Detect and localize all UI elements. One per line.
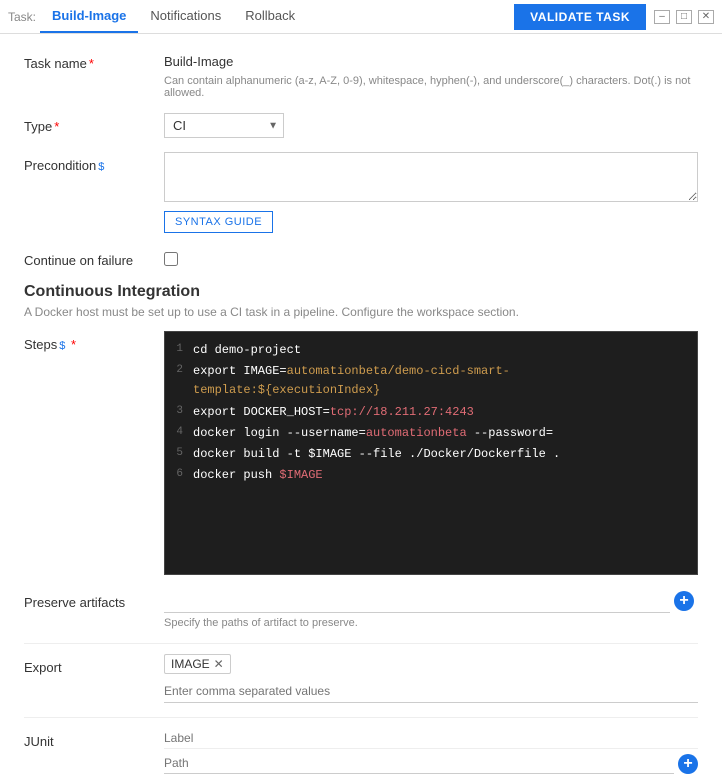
tab-rollback[interactable]: Rollback	[233, 0, 307, 33]
junit-content: +	[164, 728, 698, 774]
export-tag-label: IMAGE	[171, 657, 210, 671]
code-line-2: 2 export IMAGE=automationbeta/demo-cicd-…	[165, 361, 697, 401]
line-content-6: docker push $IMAGE	[193, 466, 697, 485]
line-content-1: cd demo-project	[193, 341, 697, 360]
export-label: Export	[24, 654, 164, 675]
export-tag-remove-icon[interactable]: ✕	[214, 657, 224, 671]
continue-on-failure-content	[164, 247, 698, 269]
tab-notifications[interactable]: Notifications	[138, 0, 233, 33]
syntax-guide-button[interactable]: SYNTAX GUIDE	[164, 211, 273, 233]
section-desc: A Docker host must be set up to use a CI…	[24, 305, 698, 319]
continue-on-failure-row: Continue on failure	[24, 247, 698, 269]
junit-row: JUnit +	[24, 728, 698, 782]
continue-on-failure-checkbox[interactable]	[164, 252, 178, 266]
code-line-3: 3 export DOCKER_HOST=tcp://18.211.27:424…	[165, 402, 697, 423]
line-num-2: 2	[165, 362, 193, 400]
precondition-label: Precondition$	[24, 152, 164, 173]
line-content-4: docker login --username=automationbeta -…	[193, 424, 697, 443]
line-content-5: docker build -t $IMAGE --file ./Docker/D…	[193, 445, 697, 464]
line-num-4: 4	[165, 424, 193, 443]
junit-label-input[interactable]	[164, 728, 698, 749]
junit-path-input[interactable]	[164, 753, 674, 774]
steps-row: Steps$ * 1 cd demo-project 2 export IMAG…	[24, 331, 698, 575]
line-num-1: 1	[165, 341, 193, 360]
precondition-content: SYNTAX GUIDE	[164, 152, 698, 233]
export-tag-image: IMAGE ✕	[164, 654, 231, 674]
export-content: IMAGE ✕	[164, 654, 698, 703]
task-name-content: Build-Image Can contain alphanumeric (a-…	[164, 50, 698, 99]
task-name-label: Task name*	[24, 50, 164, 71]
code-line-4: 4 docker login --username=automationbeta…	[165, 423, 697, 444]
code-line-1: 1 cd demo-project	[165, 340, 697, 361]
precondition-row: Precondition$ SYNTAX GUIDE	[24, 152, 698, 233]
export-row: Export IMAGE ✕	[24, 654, 698, 703]
task-name-hint: Can contain alphanumeric (a-z, A-Z, 0-9)…	[164, 75, 698, 99]
line-num-6: 6	[165, 466, 193, 485]
minimize-button[interactable]: –	[654, 10, 670, 24]
export-tags-row: IMAGE ✕	[164, 654, 698, 674]
validate-task-button[interactable]: VALIDATE TASK	[514, 4, 646, 30]
type-row: Type* CI CD ▼	[24, 113, 698, 138]
steps-info-link[interactable]: $	[59, 340, 65, 352]
close-button[interactable]: ✕	[698, 10, 714, 24]
line-num-3: 3	[165, 403, 193, 422]
junit-label: JUnit	[24, 728, 164, 749]
type-select-wrapper: CI CD ▼	[164, 113, 284, 138]
section-title: Continuous Integration	[24, 283, 698, 301]
divider-2	[24, 717, 698, 718]
line-content-3: export DOCKER_HOST=tcp://18.211.27:4243	[193, 403, 697, 422]
type-select[interactable]: CI CD	[164, 113, 284, 138]
task-name-value: Build-Image	[164, 50, 698, 73]
task-name-row: Task name* Build-Image Can contain alpha…	[24, 50, 698, 99]
precondition-info-link[interactable]: $	[98, 161, 104, 173]
preserve-artifacts-hint: Specify the paths of artifact to preserv…	[164, 617, 698, 629]
window-controls: – □ ✕	[654, 10, 714, 24]
add-artifact-icon[interactable]: +	[674, 591, 694, 611]
type-label: Type*	[24, 113, 164, 134]
steps-content: 1 cd demo-project 2 export IMAGE=automat…	[164, 331, 698, 575]
continue-on-failure-label: Continue on failure	[24, 247, 164, 268]
type-content: CI CD ▼	[164, 113, 698, 138]
line-num-5: 5	[165, 445, 193, 464]
tab-build-image[interactable]: Build-Image	[40, 0, 138, 33]
header: Task: Build-Image Notifications Rollback…	[0, 0, 722, 34]
line-content-2: export IMAGE=automationbeta/demo-cicd-sm…	[193, 362, 697, 400]
main-content: Task name* Build-Image Can contain alpha…	[0, 34, 722, 784]
add-junit-icon[interactable]: +	[678, 754, 698, 774]
code-line-6: 6 docker push $IMAGE	[165, 465, 697, 486]
junit-path-row: +	[164, 753, 698, 774]
preserve-artifacts-content: + Specify the paths of artifact to prese…	[164, 589, 698, 629]
code-line-5: 5 docker build -t $IMAGE --file ./Docker…	[165, 444, 697, 465]
preserve-artifacts-row: Preserve artifacts + Specify the paths o…	[24, 589, 698, 629]
export-input[interactable]	[164, 680, 698, 703]
divider-1	[24, 643, 698, 644]
precondition-textarea[interactable]	[164, 152, 698, 202]
preserve-artifacts-label: Preserve artifacts	[24, 589, 164, 610]
steps-code-editor[interactable]: 1 cd demo-project 2 export IMAGE=automat…	[164, 331, 698, 575]
steps-label: Steps$ *	[24, 331, 164, 352]
preserve-artifacts-input[interactable]	[164, 589, 670, 613]
restore-button[interactable]: □	[676, 10, 692, 24]
task-prefix: Task:	[8, 10, 36, 24]
